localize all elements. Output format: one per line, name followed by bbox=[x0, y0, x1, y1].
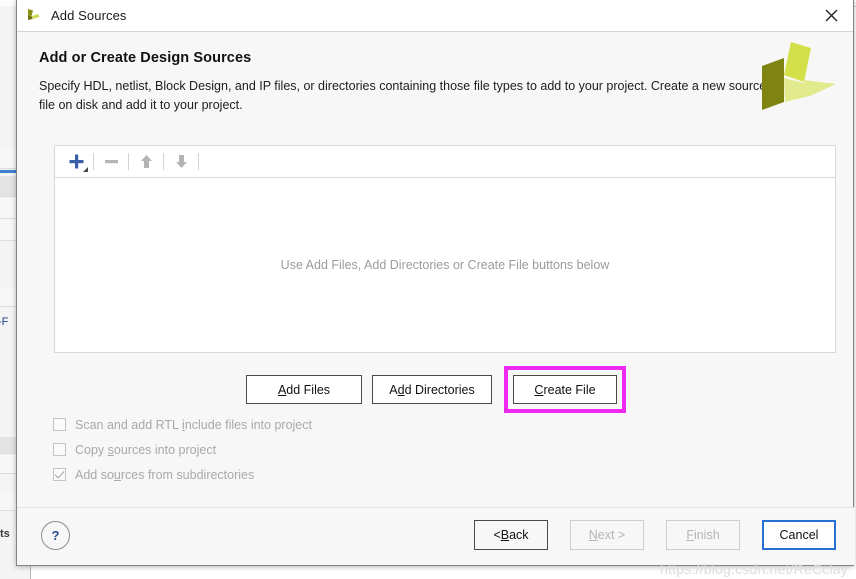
back-button[interactable]: < Back bbox=[474, 520, 548, 550]
checkbox-copy-sources-label: Copy sources into project bbox=[75, 442, 217, 457]
toolbar-divider bbox=[163, 153, 164, 170]
background-panel-label: ts bbox=[0, 528, 10, 540]
sources-list-empty-area[interactable]: Use Add Files, Add Directories or Create… bbox=[54, 178, 836, 353]
toolbar-divider bbox=[198, 153, 199, 170]
next-button: Next > bbox=[570, 520, 644, 550]
add-directories-accel: d bbox=[397, 382, 405, 397]
checkbox-copy-sources-box[interactable] bbox=[53, 443, 66, 456]
add-files-label-post: dd Files bbox=[286, 382, 331, 397]
create-file-label-post: reate File bbox=[543, 382, 596, 397]
add-files-button[interactable]: Add Files bbox=[246, 375, 362, 404]
create-file-button[interactable]: Create File bbox=[513, 375, 617, 404]
help-button[interactable]: ? bbox=[41, 521, 70, 550]
checkbox-scan-rtl-include-box[interactable] bbox=[53, 418, 66, 431]
dialog-titlebar: Add Sources bbox=[17, 0, 853, 32]
add-directories-label-post: d Directories bbox=[404, 382, 475, 397]
move-up-button[interactable] bbox=[131, 149, 161, 175]
checkbox-add-subdirectories[interactable]: Add sources from subdirectories bbox=[53, 462, 312, 487]
create-file-accel: C bbox=[534, 382, 544, 397]
checkbox-scan-rtl-include-label: Scan and add RTL include files into proj… bbox=[75, 417, 312, 432]
add-directories-button[interactable]: Add Directories bbox=[372, 375, 492, 404]
toolbar-divider bbox=[93, 153, 94, 170]
source-action-buttons: Add Files Add Directories Create File bbox=[17, 366, 855, 413]
source-options: Scan and add RTL include files into proj… bbox=[53, 412, 312, 487]
add-sources-dialog: Add Sources Add or Create Design Sources… bbox=[16, 0, 855, 566]
create-file-highlight-annotation: Create File bbox=[504, 366, 626, 413]
checkbox-scan-rtl-include[interactable]: Scan and add RTL include files into proj… bbox=[53, 412, 312, 437]
sources-toolbar bbox=[54, 145, 836, 178]
add-directories-label-pre: A bbox=[389, 382, 398, 397]
toolbar-divider bbox=[128, 153, 129, 170]
add-files-accel: A bbox=[277, 382, 287, 397]
dialog-header: Add or Create Design Sources Specify HDL… bbox=[17, 32, 853, 124]
dialog-footer: ? < Back Next > Finish Cancel bbox=[17, 507, 855, 565]
cancel-button[interactable]: Cancel bbox=[762, 520, 836, 550]
sources-list-container: Use Add Files, Add Directories or Create… bbox=[54, 145, 836, 353]
finish-button: Finish bbox=[666, 520, 740, 550]
checkbox-add-subdirectories-box[interactable] bbox=[53, 468, 66, 481]
page-title: Add or Create Design Sources bbox=[39, 50, 252, 66]
page-description: Specify HDL, netlist, Block Design, and … bbox=[39, 79, 767, 112]
checkbox-add-subdirectories-label: Add sources from subdirectories bbox=[75, 467, 255, 482]
empty-state-message: Use Add Files, Add Directories or Create… bbox=[280, 258, 610, 272]
background-panel-label: -F bbox=[0, 316, 9, 328]
move-down-button[interactable] bbox=[166, 149, 196, 175]
checkbox-copy-sources[interactable]: Copy sources into project bbox=[53, 437, 312, 462]
dialog-title: Add Sources bbox=[51, 8, 127, 23]
chevron-down-icon bbox=[83, 166, 88, 172]
wizard-navigation: < Back Next > Finish Cancel bbox=[474, 520, 836, 550]
close-icon[interactable] bbox=[809, 0, 853, 30]
remove-source-button[interactable] bbox=[96, 149, 126, 175]
vivado-logo-icon bbox=[25, 7, 43, 25]
add-source-button[interactable] bbox=[61, 149, 91, 175]
xilinx-logo-icon bbox=[754, 40, 842, 112]
